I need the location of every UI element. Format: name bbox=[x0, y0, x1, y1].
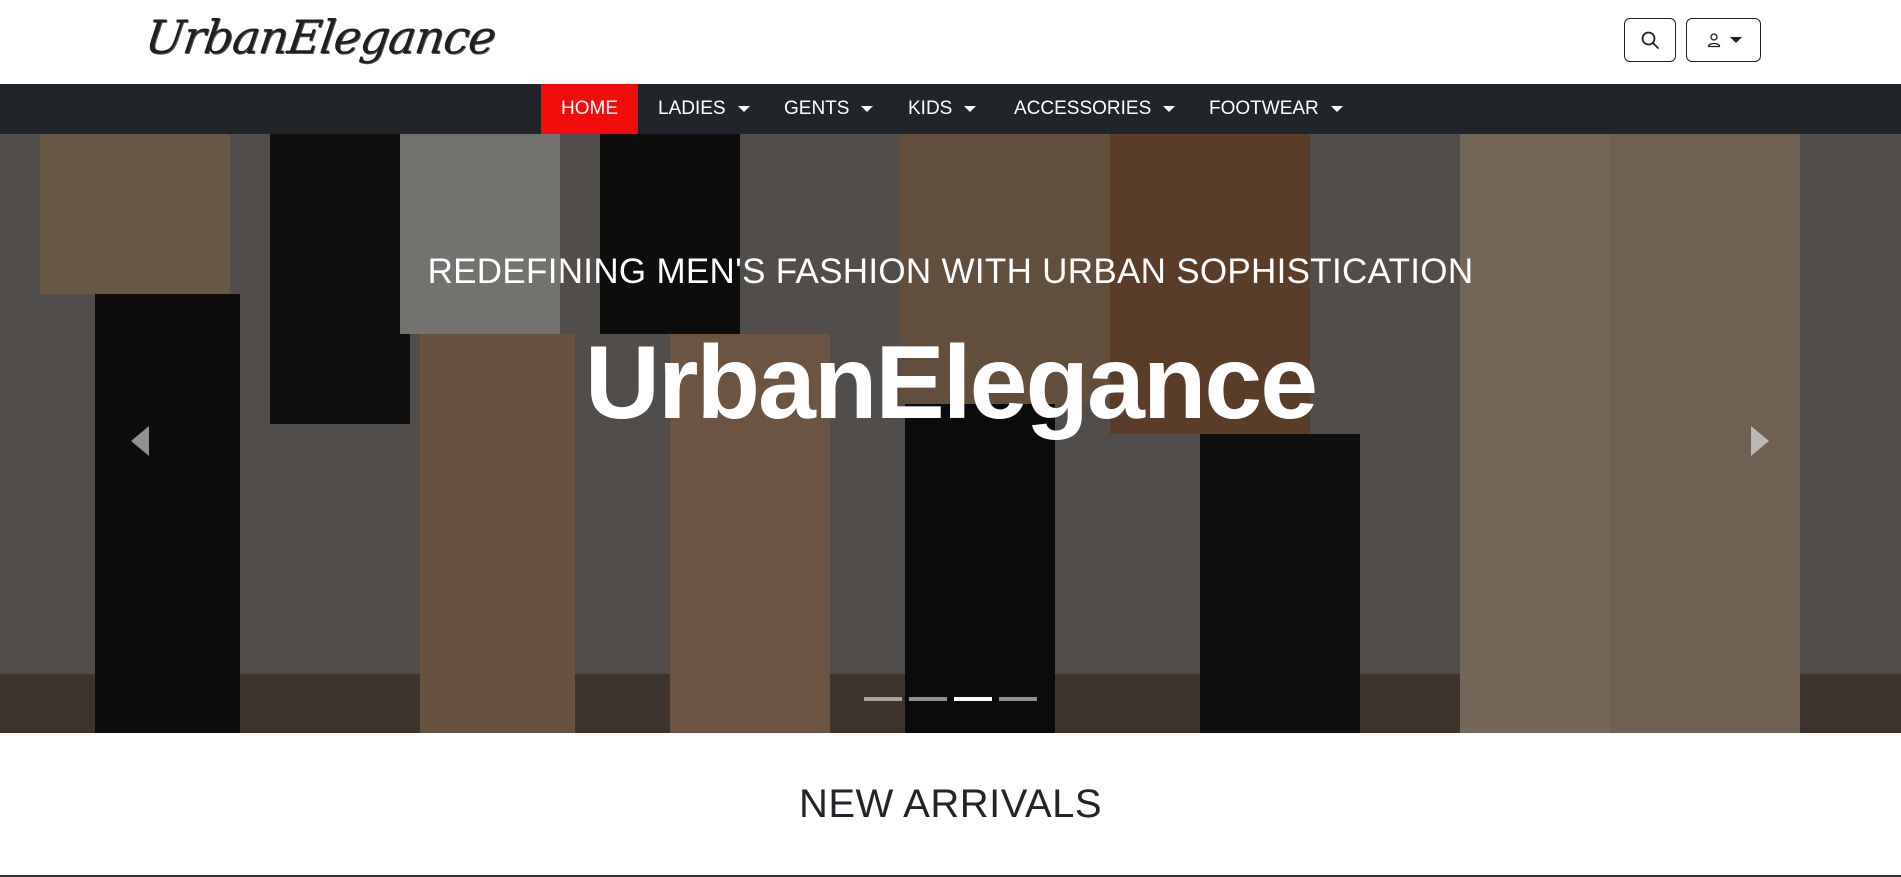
nav-item-label: GENTS bbox=[784, 98, 850, 119]
carousel-next-button[interactable] bbox=[1740, 416, 1780, 466]
carousel-prev-button[interactable] bbox=[120, 416, 160, 466]
chevron-down-icon bbox=[861, 106, 874, 112]
hero-carousel: REDEFINING MEN'S FASHION WITH URBAN SOPH… bbox=[0, 134, 1901, 733]
nav-item-accessories[interactable]: ACCESSORIES bbox=[1014, 84, 1176, 134]
search-icon bbox=[1641, 31, 1659, 49]
hero-title: UrbanElegance bbox=[584, 325, 1318, 441]
new-arrivals-heading: NEW ARRIVALS bbox=[798, 782, 1103, 826]
nav-item-ladies[interactable]: LADIES bbox=[658, 84, 750, 134]
nav-item-home[interactable]: HOME bbox=[541, 84, 638, 134]
nav-item-footwear[interactable]: FOOTWEAR bbox=[1209, 84, 1343, 134]
chevron-down-icon bbox=[737, 106, 750, 112]
nav-item-label: ACCESSORIES bbox=[1014, 98, 1152, 119]
chevron-down-icon bbox=[964, 106, 977, 112]
chevron-down-icon bbox=[1729, 37, 1742, 43]
nav-item-label: LADIES bbox=[658, 98, 726, 119]
site-logo[interactable]: UrbanElegance bbox=[142, 10, 499, 64]
carousel-indicators bbox=[0, 697, 1901, 701]
chevron-left-icon bbox=[131, 426, 149, 456]
nav-item-kids[interactable]: KIDS bbox=[908, 84, 977, 134]
main-nav: HOME LADIES GENTS KIDS ACCESSORIES FOOTW… bbox=[0, 84, 1901, 134]
user-icon bbox=[1707, 33, 1720, 48]
nav-item-label: HOME bbox=[561, 98, 618, 119]
chevron-down-icon bbox=[1163, 106, 1176, 112]
hero-subtitle: REDEFINING MEN'S FASHION WITH URBAN SOPH… bbox=[427, 252, 1474, 291]
search-button[interactable] bbox=[1624, 18, 1676, 62]
chevron-down-icon bbox=[1330, 106, 1343, 112]
carousel-indicator-1[interactable] bbox=[864, 697, 902, 701]
carousel-indicator-4[interactable] bbox=[999, 697, 1037, 701]
chevron-right-icon bbox=[1751, 426, 1769, 456]
nav-item-label: FOOTWEAR bbox=[1209, 98, 1319, 119]
site-header: UrbanElegance bbox=[0, 0, 1901, 84]
carousel-indicator-3[interactable] bbox=[954, 697, 992, 701]
nav-item-gents[interactable]: GENTS bbox=[784, 84, 874, 134]
nav-item-label: KIDS bbox=[908, 98, 953, 119]
carousel-indicator-2[interactable] bbox=[909, 697, 947, 701]
user-menu-button[interactable] bbox=[1686, 18, 1761, 62]
